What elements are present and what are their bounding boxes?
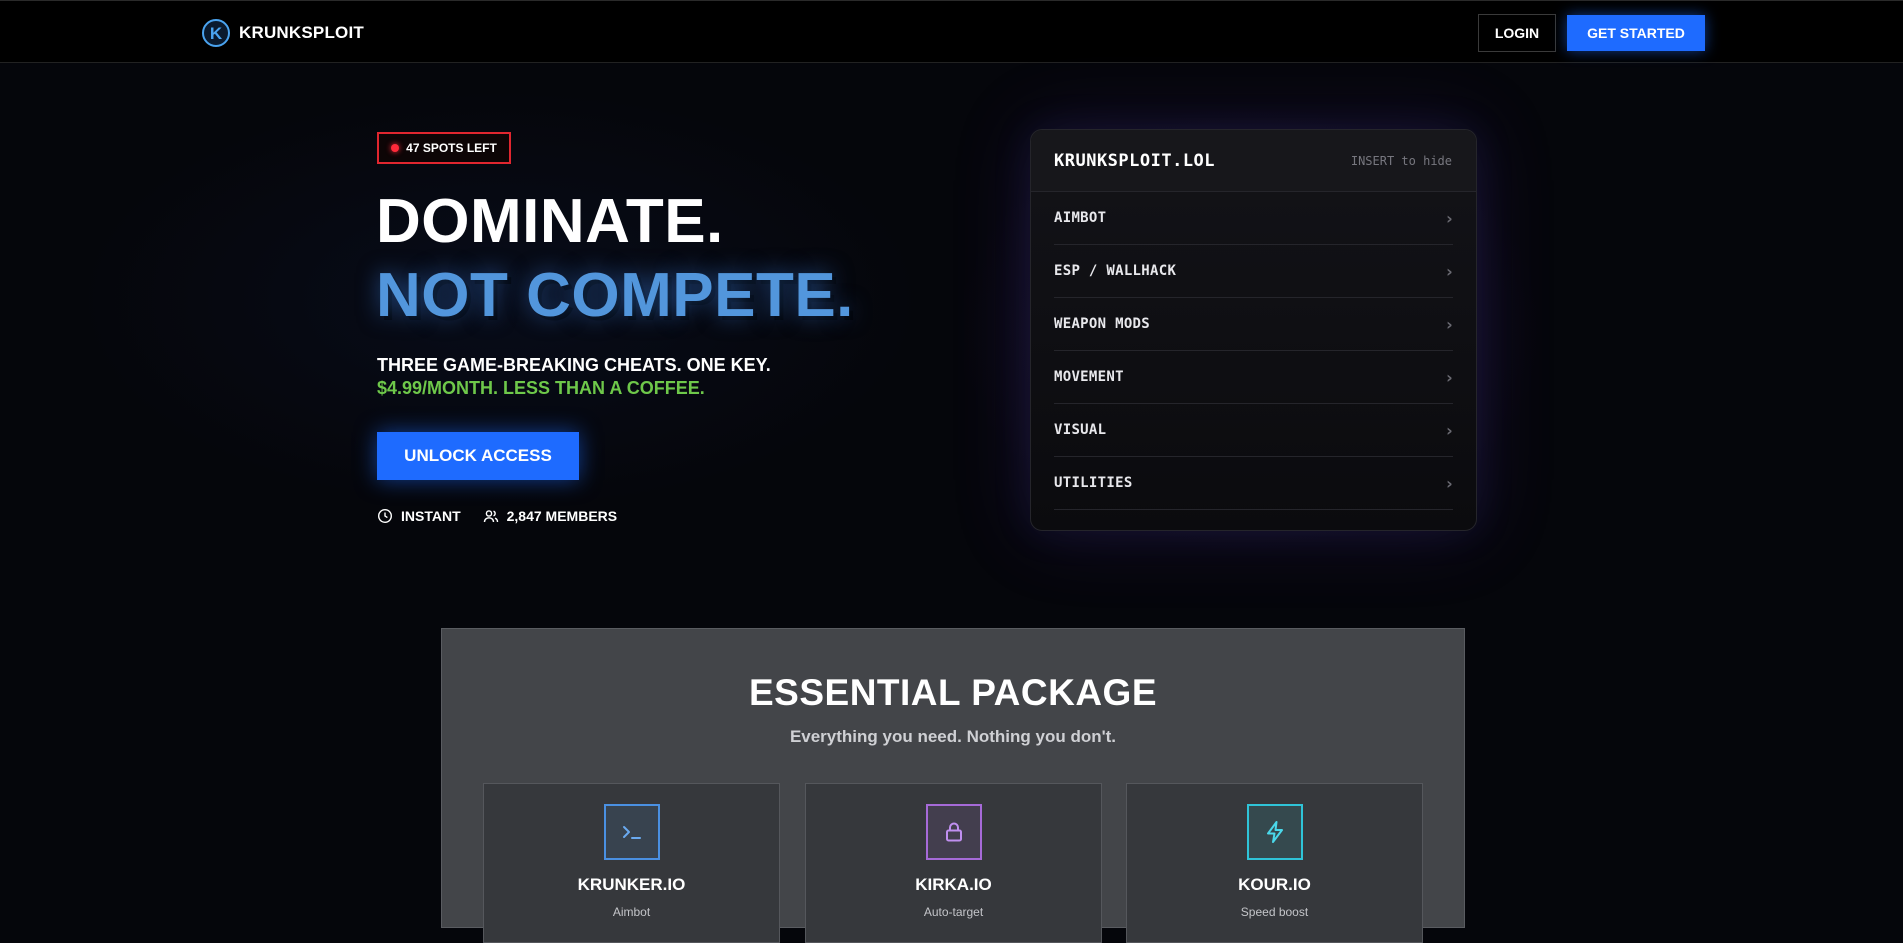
menu-item-weapon-mods[interactable]: WEAPON MODS ›: [1054, 298, 1453, 351]
stat-members-label: 2,847 MEMBERS: [506, 508, 618, 524]
cheat-menu-list: AIMBOT › ESP / WALLHACK › WEAPON MODS › …: [1031, 192, 1476, 510]
price-tagline: $4.99/MONTH. LESS THAN A COFFEE.: [377, 378, 705, 398]
tagline: THREE GAME-BREAKING CHEATS. ONE KEY.: [377, 355, 771, 375]
chevron-right-icon: ›: [1446, 208, 1453, 228]
brand-name: KRUNKSPLOIT: [239, 23, 364, 42]
cheat-menu-hint: INSERT to hide: [1350, 153, 1452, 168]
menu-item-utilities[interactable]: UTILITIES ›: [1054, 457, 1453, 510]
unlock-access-button[interactable]: UNLOCK ACCESS: [377, 432, 579, 480]
stat-members: 2,847 MEMBERS: [483, 508, 617, 524]
game-card-kour[interactable]: KOUR.IO Speed boost: [1126, 783, 1423, 943]
stat-instant-label: INSTANT: [401, 508, 461, 524]
brand-logo[interactable]: K KRUNKSPLOIT: [201, 18, 364, 48]
users-icon: [483, 510, 498, 523]
menu-item-aimbot[interactable]: AIMBOT ›: [1054, 192, 1453, 245]
package-title: ESSENTIAL PACKAGE: [748, 672, 1158, 713]
menu-item-visual[interactable]: VISUAL ›: [1054, 404, 1453, 457]
svg-text:K: K: [210, 24, 223, 43]
headline-secondary: NOT COMPETE.: [376, 261, 854, 330]
game-card-krunker[interactable]: KRUNKER.IO Aimbot: [483, 783, 780, 943]
menu-item-label: AIMBOT: [1054, 210, 1107, 226]
hero-stats: INSTANT 2,847 MEMBERS: [377, 508, 617, 524]
card-title: KRUNKER.IO: [577, 875, 686, 894]
menu-item-label: ESP / WALLHACK: [1054, 263, 1177, 279]
navbar: K KRUNKSPLOIT LOGIN GET STARTED: [0, 0, 1903, 63]
get-started-button[interactable]: GET STARTED: [1567, 15, 1705, 51]
chevron-right-icon: ›: [1446, 314, 1453, 334]
cheat-menu-panel: KRUNKSPLOIT.LOL INSERT to hide AIMBOT › …: [1030, 129, 1477, 531]
menu-item-label: UTILITIES: [1054, 475, 1133, 491]
cheat-menu-title: KRUNKSPLOIT.LOL: [1054, 150, 1216, 171]
card-title: KOUR.IO: [1238, 875, 1311, 894]
menu-item-label: WEAPON MODS: [1054, 316, 1151, 332]
card-description: Auto-target: [923, 905, 984, 919]
package-subtitle: Everything you need. Nothing you don't.: [789, 727, 1117, 746]
login-button[interactable]: LOGIN: [1478, 14, 1556, 52]
card-description: Aimbot: [612, 905, 651, 919]
menu-item-label: MOVEMENT: [1054, 369, 1124, 385]
live-dot-icon: [391, 144, 400, 152]
menu-item-label: VISUAL: [1054, 422, 1107, 438]
lock-icon: [926, 804, 982, 860]
menu-item-movement[interactable]: MOVEMENT ›: [1054, 351, 1453, 404]
krunksploit-logo-icon: K: [202, 19, 230, 47]
game-card-kirka[interactable]: KIRKA.IO Auto-target: [805, 783, 1102, 943]
chevron-right-icon: ›: [1446, 473, 1453, 493]
badge-text: 47 SPOTS LEFT: [406, 141, 497, 155]
clock-icon: [377, 508, 393, 524]
lightning-icon: [1247, 804, 1303, 860]
card-description: Speed boost: [1240, 905, 1309, 919]
chevron-right-icon: ›: [1446, 261, 1453, 281]
chevron-right-icon: ›: [1446, 367, 1453, 387]
headline-primary: DOMINATE.: [376, 187, 724, 256]
chevron-right-icon: ›: [1446, 420, 1453, 440]
terminal-icon: [604, 804, 660, 860]
card-title: KIRKA.IO: [915, 875, 992, 894]
cheat-menu-header: KRUNKSPLOIT.LOL INSERT to hide: [1031, 130, 1476, 192]
stat-instant: INSTANT: [377, 508, 461, 524]
menu-item-esp-wallhack[interactable]: ESP / WALLHACK ›: [1054, 245, 1453, 298]
essential-package-section: ESSENTIAL PACKAGE Everything you need. N…: [441, 628, 1465, 943]
spots-left-badge: 47 SPOTS LEFT: [377, 132, 511, 164]
